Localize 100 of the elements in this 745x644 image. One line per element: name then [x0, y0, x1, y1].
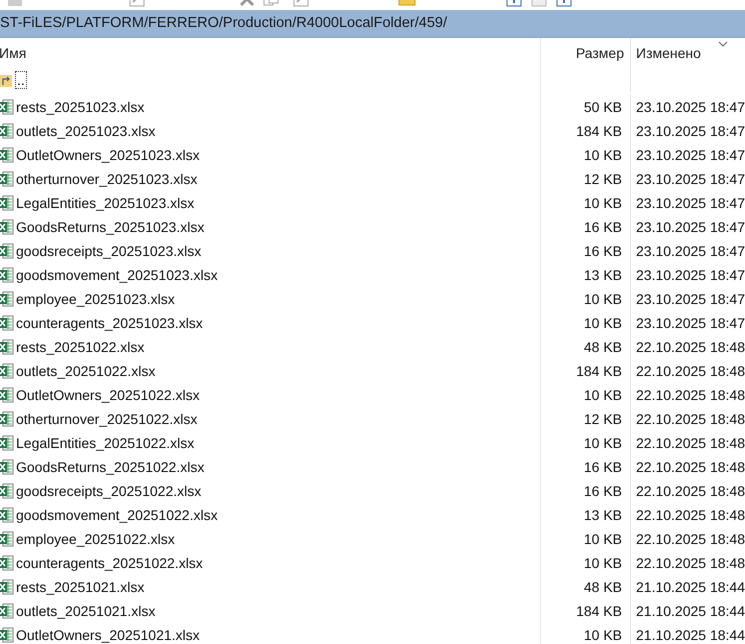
- spreadsheet-file-icon: [0, 243, 14, 259]
- file-name[interactable]: OutletOwners_20251021.xlsx: [16, 624, 200, 644]
- modified-date: 22.10.2025 18:48: [636, 434, 745, 452]
- file-name[interactable]: rests_20251022.xlsx: [16, 336, 144, 358]
- file-size: 48 KB: [584, 578, 622, 596]
- delete-icon[interactable]: [238, 0, 256, 8]
- spreadsheet-file-icon: [0, 579, 14, 595]
- spreadsheet-file-icon: [0, 435, 14, 451]
- spreadsheet-file-icon: [0, 627, 14, 643]
- file-size: 10 KB: [584, 626, 622, 644]
- file-size: 12 KB: [584, 410, 622, 428]
- file-size: 10 KB: [584, 290, 622, 308]
- spreadsheet-file-icon: [0, 99, 14, 115]
- file-name[interactable]: goodsmovement_20251023.xlsx: [16, 264, 218, 286]
- file-name[interactable]: employee_20251023.xlsx: [16, 288, 175, 310]
- file-name[interactable]: LegalEntities_20251022.xlsx: [16, 432, 194, 454]
- spreadsheet-file-icon: [0, 387, 14, 403]
- spreadsheet-file-icon: [0, 459, 14, 475]
- modified-date: 22.10.2025 18:48: [636, 338, 745, 356]
- file-name[interactable]: goodsreceipts_20251022.xlsx: [16, 480, 202, 502]
- file-name[interactable]: goodsreceipts_20251023.xlsx: [16, 240, 202, 262]
- spreadsheet-file-icon: [0, 411, 14, 427]
- spreadsheet-file-icon: [0, 603, 14, 619]
- modified-date: 21.10.2025 18:44: [636, 578, 745, 596]
- modified-date: 23.10.2025 18:47: [636, 194, 745, 212]
- file-name[interactable]: rests_20251021.xlsx: [16, 576, 144, 598]
- spreadsheet-file-icon: [0, 507, 14, 523]
- file-name[interactable]: otherturnover_20251023.xlsx: [16, 168, 198, 190]
- spreadsheet-file-icon: [0, 315, 14, 331]
- path-bar[interactable]: ST-FiLES/PLATFORM/FERRERO/Production/R4000LocalFolder/459/: [0, 10, 745, 38]
- file-name[interactable]: otherturnover_20251022.xlsx: [16, 408, 198, 430]
- column-header[interactable]: Размер: [576, 42, 624, 64]
- column-header[interactable]: Имя: [0, 42, 26, 64]
- spreadsheet-file-icon: [0, 219, 14, 235]
- file-size: 10 KB: [584, 530, 622, 548]
- modified-date: 22.10.2025 18:48: [636, 482, 745, 500]
- modified-date: 22.10.2025 18:48: [636, 530, 745, 548]
- file-size: 10 KB: [584, 194, 622, 212]
- file-name[interactable]: counteragents_20251023.xlsx: [16, 312, 203, 334]
- spreadsheet-file-icon: [0, 147, 14, 163]
- modified-date: 22.10.2025 18:48: [636, 386, 745, 404]
- file-size: 16 KB: [584, 458, 622, 476]
- edit-icon[interactable]: [128, 0, 146, 8]
- file-size: 10 KB: [584, 146, 622, 164]
- spreadsheet-file-icon: [0, 339, 14, 355]
- spreadsheet-file-icon: [0, 171, 14, 187]
- file-size: 16 KB: [584, 242, 622, 260]
- modified-date: 22.10.2025 18:48: [636, 554, 745, 572]
- spreadsheet-file-icon: [0, 555, 14, 571]
- file-name[interactable]: goodsmovement_20251022.xlsx: [16, 504, 218, 526]
- copy-icon[interactable]: [262, 0, 280, 8]
- file-name[interactable]: GoodsReturns_20251022.xlsx: [16, 456, 204, 478]
- spreadsheet-file-icon: [0, 195, 14, 211]
- properties-icon[interactable]: [292, 0, 310, 8]
- column-header[interactable]: Изменено: [636, 42, 701, 64]
- path-text: ST-FiLES/PLATFORM/FERRERO/Production/R4000LocalFolder/459/: [0, 14, 447, 33]
- file-name[interactable]: OutletOwners_20251022.xlsx: [16, 384, 200, 406]
- file-name[interactable]: OutletOwners_20251023.xlsx: [16, 144, 200, 166]
- file-size: 10 KB: [584, 386, 622, 404]
- file-size: 12 KB: [584, 170, 622, 188]
- file-size: 184 KB: [576, 362, 622, 380]
- spreadsheet-file-icon: [0, 531, 14, 547]
- file-size: 10 KB: [584, 554, 622, 572]
- spreadsheet-file-icon: [0, 483, 14, 499]
- modified-date: 22.10.2025 18:48: [636, 458, 745, 476]
- folder-icon[interactable]: [398, 0, 416, 8]
- file-size: 184 KB: [576, 122, 622, 140]
- file-name[interactable]: employee_20251022.xlsx: [16, 528, 175, 550]
- file-size: 50 KB: [584, 98, 622, 116]
- spreadsheet-file-icon: [0, 267, 14, 283]
- file-size: 13 KB: [584, 506, 622, 524]
- file-size: 13 KB: [584, 266, 622, 284]
- file-size: 10 KB: [584, 434, 622, 452]
- modified-date: 23.10.2025 18:47: [636, 122, 745, 140]
- file-name[interactable]: GoodsReturns_20251023.xlsx: [16, 216, 204, 238]
- modified-date: 22.10.2025 18:48: [636, 410, 745, 428]
- modified-date: 23.10.2025 18:47: [636, 314, 745, 332]
- toolbar-icon[interactable]: [505, 0, 523, 8]
- modified-date: 23.10.2025 18:47: [636, 98, 745, 116]
- file-size: 48 KB: [584, 338, 622, 356]
- file-name[interactable]: outlets_20251023.xlsx: [16, 120, 156, 142]
- file-size: 16 KB: [584, 218, 622, 236]
- modified-date: 23.10.2025 18:47: [636, 290, 745, 308]
- toolbar-icon[interactable]: [555, 0, 573, 8]
- file-name[interactable]: rests_20251023.xlsx: [16, 96, 144, 118]
- spreadsheet-file-icon: [0, 363, 14, 379]
- spreadsheet-file-icon: [0, 123, 14, 139]
- modified-date: 23.10.2025 18:47: [636, 266, 745, 284]
- parent-folder-icon: [0, 73, 12, 87]
- file-size: 184 KB: [576, 602, 622, 620]
- modified-date: 22.10.2025 18:48: [636, 506, 745, 524]
- parent-folder-item[interactable]: ..: [16, 72, 26, 88]
- modified-date: 22.10.2025 18:48: [636, 362, 745, 380]
- modified-date: 21.10.2025 18:44: [636, 626, 745, 644]
- file-name[interactable]: LegalEntities_20251023.xlsx: [16, 192, 194, 214]
- file-size: 10 KB: [584, 314, 622, 332]
- file-name[interactable]: outlets_20251022.xlsx: [16, 360, 156, 382]
- sort-caret-icon: [718, 41, 728, 47]
- file-name[interactable]: counteragents_20251022.xlsx: [16, 552, 203, 574]
- file-name[interactable]: outlets_20251021.xlsx: [16, 600, 156, 622]
